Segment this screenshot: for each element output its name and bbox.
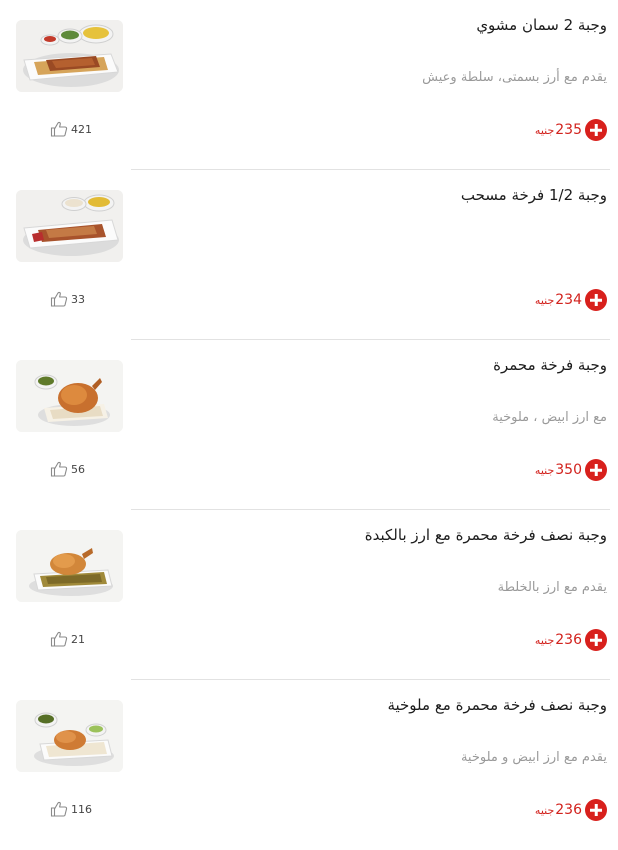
price-row: جنيه 235	[535, 119, 607, 141]
likes-count: 21	[71, 632, 85, 646]
likes[interactable]: 33	[50, 291, 85, 307]
meal-image[interactable]	[16, 530, 123, 602]
currency-label: جنيه	[534, 123, 555, 137]
likes-count: 56	[71, 462, 85, 476]
meal-description: يقدم مع ارز بالخلطة	[497, 580, 607, 595]
meal-description: مع ارز ابيض ، ملوخية	[492, 410, 607, 425]
meal-image[interactable]	[16, 360, 123, 432]
price-row: جنيه 234	[535, 289, 607, 311]
add-to-cart-button[interactable]	[585, 459, 607, 481]
meal-image[interactable]	[16, 700, 123, 772]
price-value: 236	[555, 632, 582, 648]
meal-description: يقدم مع ارز ابيض و ملوخية	[460, 750, 607, 765]
menu-item[interactable]: وجبة نصف فرخة محمرة مع ارز بالكبدة يقدم …	[0, 510, 618, 680]
add-to-cart-button[interactable]	[585, 119, 607, 141]
currency-label: جنيه	[534, 293, 555, 307]
likes-count: 116	[71, 802, 92, 816]
add-to-cart-button[interactable]	[585, 289, 607, 311]
menu-list: وجبة 2 سمان مشوي يقدم مع أرز بسمتى، سلطة…	[0, 0, 618, 850]
thumbs-up-icon[interactable]	[50, 461, 68, 477]
currency-label: جنيه	[534, 803, 555, 817]
meal-title: وجبة 1/2 فرخة مسحب	[460, 186, 607, 204]
currency-label: جنيه	[534, 633, 555, 647]
menu-item[interactable]: وجبة فرخة محمرة مع ارز ابيض ، ملوخية 56 …	[0, 340, 618, 510]
menu-item[interactable]: وجبة 1/2 فرخة مسحب 33 جنيه 234	[0, 170, 618, 340]
price-row: جنيه 236	[535, 799, 607, 821]
menu-item[interactable]: وجبة نصف فرخة محمرة مع ملوخية يقدم مع ار…	[0, 680, 618, 850]
likes[interactable]: 21	[50, 631, 85, 647]
meal-image[interactable]	[16, 190, 123, 262]
price-row: جنيه 236	[535, 629, 607, 651]
meal-description: يقدم مع أرز بسمتى، سلطة وعيش	[422, 70, 607, 85]
likes[interactable]: 56	[50, 461, 85, 477]
thumbs-up-icon[interactable]	[50, 291, 68, 307]
likes-count: 421	[71, 122, 92, 136]
price-value: 235	[555, 122, 582, 138]
meal-title: وجبة نصف فرخة محمرة مع ارز بالكبدة	[364, 526, 607, 544]
likes-count: 33	[71, 292, 85, 306]
price-value: 234	[555, 292, 582, 308]
price-row: جنيه 350	[535, 459, 607, 481]
currency-label: جنيه	[534, 463, 555, 477]
likes[interactable]: 421	[50, 121, 92, 137]
price-value: 350	[555, 462, 582, 478]
add-to-cart-button[interactable]	[585, 799, 607, 821]
meal-title: وجبة فرخة محمرة	[493, 356, 607, 374]
thumbs-up-icon[interactable]	[50, 801, 68, 817]
meal-title: وجبة 2 سمان مشوي	[476, 16, 607, 34]
thumbs-up-icon[interactable]	[50, 631, 68, 647]
thumbs-up-icon[interactable]	[50, 121, 68, 137]
price-value: 236	[555, 802, 582, 818]
add-to-cart-button[interactable]	[585, 629, 607, 651]
menu-item[interactable]: وجبة 2 سمان مشوي يقدم مع أرز بسمتى، سلطة…	[0, 0, 618, 170]
likes[interactable]: 116	[50, 801, 92, 817]
meal-title: وجبة نصف فرخة محمرة مع ملوخية	[387, 696, 607, 714]
meal-image[interactable]	[16, 20, 123, 92]
